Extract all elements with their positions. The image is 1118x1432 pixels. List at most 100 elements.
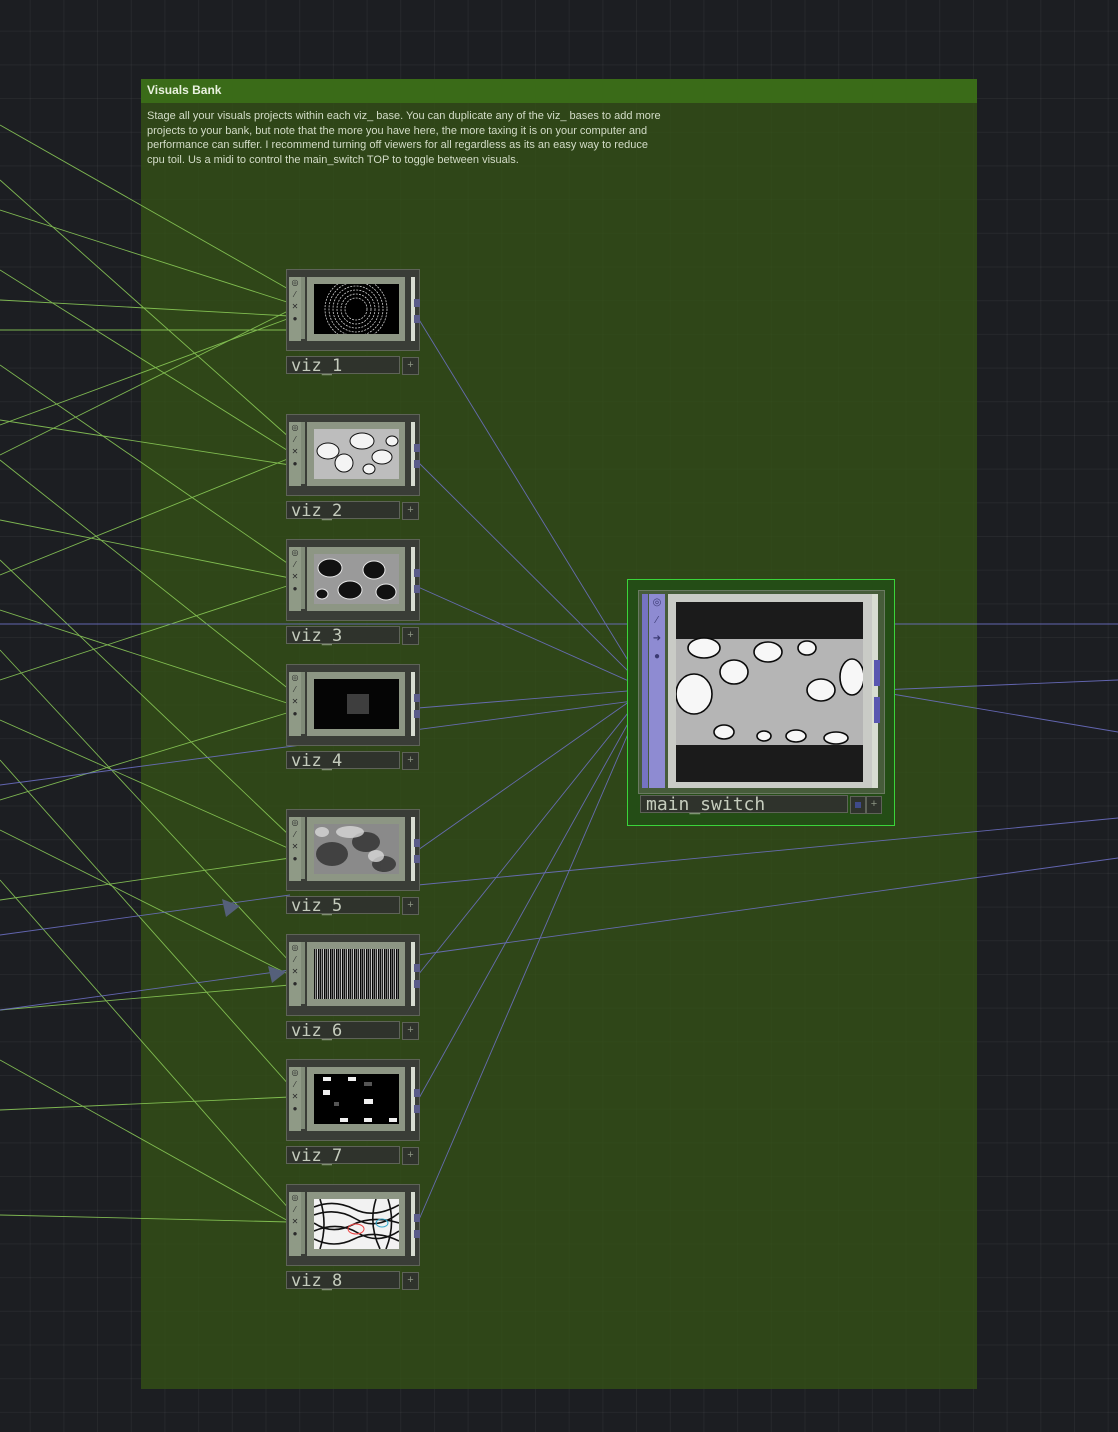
chop-wire[interactable] <box>0 857 291 901</box>
viewer-icon[interactable]: ● <box>289 583 301 595</box>
input-connector[interactable] <box>301 1067 305 1129</box>
plus-icon[interactable]: + <box>402 897 419 915</box>
chop-wire[interactable] <box>0 584 291 681</box>
chop-wire[interactable] <box>0 829 291 976</box>
viewer-icon[interactable]: ● <box>289 313 301 325</box>
output-connector[interactable] <box>414 855 420 863</box>
node-viewer[interactable] <box>307 1192 405 1256</box>
node-name[interactable]: viz_5 <box>286 896 400 915</box>
chop-wire[interactable] <box>0 879 291 1211</box>
top-wire[interactable] <box>879 679 1118 691</box>
node-name[interactable]: viz_7 <box>286 1146 400 1165</box>
top-wire[interactable] <box>417 689 641 709</box>
viewer-icon[interactable]: ● <box>289 978 301 990</box>
top-wire[interactable] <box>417 693 641 851</box>
lock-icon[interactable]: ⁄ <box>289 1204 301 1216</box>
input-connector[interactable] <box>301 1192 305 1254</box>
bypass-icon[interactable]: ◎ <box>289 1067 301 1079</box>
cross-icon[interactable]: ✕ <box>289 966 301 978</box>
node-name[interactable]: main_switch <box>640 795 848 814</box>
node-name[interactable]: viz_8 <box>286 1271 400 1290</box>
bypass-icon[interactable]: ◎ <box>289 817 301 829</box>
output-connector[interactable] <box>414 569 420 577</box>
node-flags[interactable]: ◎ ⁄ ✕ ● <box>289 547 301 611</box>
node-viewer[interactable] <box>307 547 405 611</box>
output-connector[interactable] <box>414 694 420 702</box>
plus-icon[interactable]: + <box>402 627 419 645</box>
viewer-icon[interactable]: ● <box>649 648 665 666</box>
chop-wire[interactable] <box>0 179 291 439</box>
top-wire[interactable] <box>417 461 641 684</box>
plus-icon[interactable]: + <box>402 1022 419 1040</box>
input-connector[interactable] <box>301 672 305 734</box>
output-connector[interactable] <box>874 660 880 686</box>
chop-wire[interactable] <box>0 559 291 837</box>
chop-wire[interactable] <box>0 719 291 850</box>
node-viewer[interactable] <box>307 422 405 486</box>
chop-wire[interactable] <box>0 364 291 566</box>
output-connector[interactable] <box>414 1089 420 1097</box>
cross-icon[interactable]: ✕ <box>289 1216 301 1228</box>
cross-icon[interactable]: ✕ <box>289 301 301 313</box>
bypass-icon[interactable]: ◎ <box>289 672 301 684</box>
chop-wire[interactable] <box>0 1059 291 1223</box>
chop-wire[interactable] <box>0 299 291 317</box>
viewer-icon[interactable]: ● <box>289 458 301 470</box>
chop-wire[interactable] <box>0 309 291 456</box>
lock-icon[interactable]: ⁄ <box>289 434 301 446</box>
node-flags[interactable]: ◎ ⁄ ✕ ● <box>289 817 301 881</box>
plus-icon[interactable]: + <box>866 796 882 814</box>
top-wire[interactable] <box>417 317 641 681</box>
top-wire[interactable] <box>417 586 641 687</box>
chop-wire[interactable] <box>0 711 291 801</box>
top-wire[interactable] <box>0 969 291 1011</box>
node-flags[interactable]: ◎ ⁄ ✕ ● <box>289 1192 301 1256</box>
output-connector[interactable] <box>414 839 420 847</box>
chop-wire[interactable] <box>0 269 291 453</box>
bypass-icon[interactable]: ◎ <box>649 594 665 612</box>
output-connector[interactable] <box>414 1230 420 1238</box>
output-connector[interactable] <box>414 299 420 307</box>
chop-wire[interactable] <box>0 457 291 576</box>
chop-wire[interactable] <box>0 1214 291 1223</box>
node-viewer[interactable] <box>307 672 405 736</box>
lock-icon[interactable]: ⁄ <box>289 559 301 571</box>
node-flags[interactable]: ◎ ⁄ ➜ ● <box>649 594 665 788</box>
cross-icon[interactable]: ✕ <box>289 1091 301 1103</box>
node-name[interactable]: viz_3 <box>286 626 400 645</box>
bypass-icon[interactable]: ◎ <box>289 1192 301 1204</box>
lock-icon[interactable]: ⁄ <box>289 289 301 301</box>
chop-wire[interactable] <box>0 519 291 579</box>
output-connector[interactable] <box>414 964 420 972</box>
node-viewer[interactable] <box>307 1067 405 1131</box>
top-wire[interactable] <box>417 857 1118 956</box>
output-connector[interactable] <box>414 1214 420 1222</box>
chop-wire[interactable] <box>0 759 291 1087</box>
top-wire[interactable] <box>417 705 641 1223</box>
input-connector[interactable] <box>642 594 648 788</box>
plus-icon[interactable]: + <box>402 752 419 770</box>
viewer-icon[interactable]: ● <box>289 1103 301 1115</box>
chop-wire[interactable] <box>0 317 291 426</box>
arrow-right-icon[interactable]: ➜ <box>649 630 665 648</box>
top-wire[interactable] <box>417 817 1118 886</box>
viewer-icon[interactable]: ● <box>289 708 301 720</box>
cross-icon[interactable]: ✕ <box>289 841 301 853</box>
node-name[interactable]: viz_4 <box>286 751 400 770</box>
node-viewer[interactable] <box>307 942 405 1006</box>
bypass-icon[interactable]: ◎ <box>289 547 301 559</box>
viewer-icon[interactable]: ● <box>289 853 301 865</box>
input-connector[interactable] <box>301 942 305 1004</box>
plus-icon[interactable]: + <box>402 502 419 520</box>
output-connector[interactable] <box>414 585 420 593</box>
output-connector[interactable] <box>414 710 420 718</box>
lock-icon[interactable]: ⁄ <box>289 829 301 841</box>
bypass-icon[interactable]: ◎ <box>289 942 301 954</box>
cross-icon[interactable]: ✕ <box>289 571 301 583</box>
lock-icon[interactable]: ⁄ <box>649 612 665 630</box>
output-connector[interactable] <box>414 1105 420 1113</box>
chop-wire[interactable] <box>0 1096 291 1111</box>
chop-wire[interactable] <box>0 209 291 304</box>
input-connector[interactable] <box>301 547 305 609</box>
plus-icon[interactable]: + <box>402 1272 419 1290</box>
